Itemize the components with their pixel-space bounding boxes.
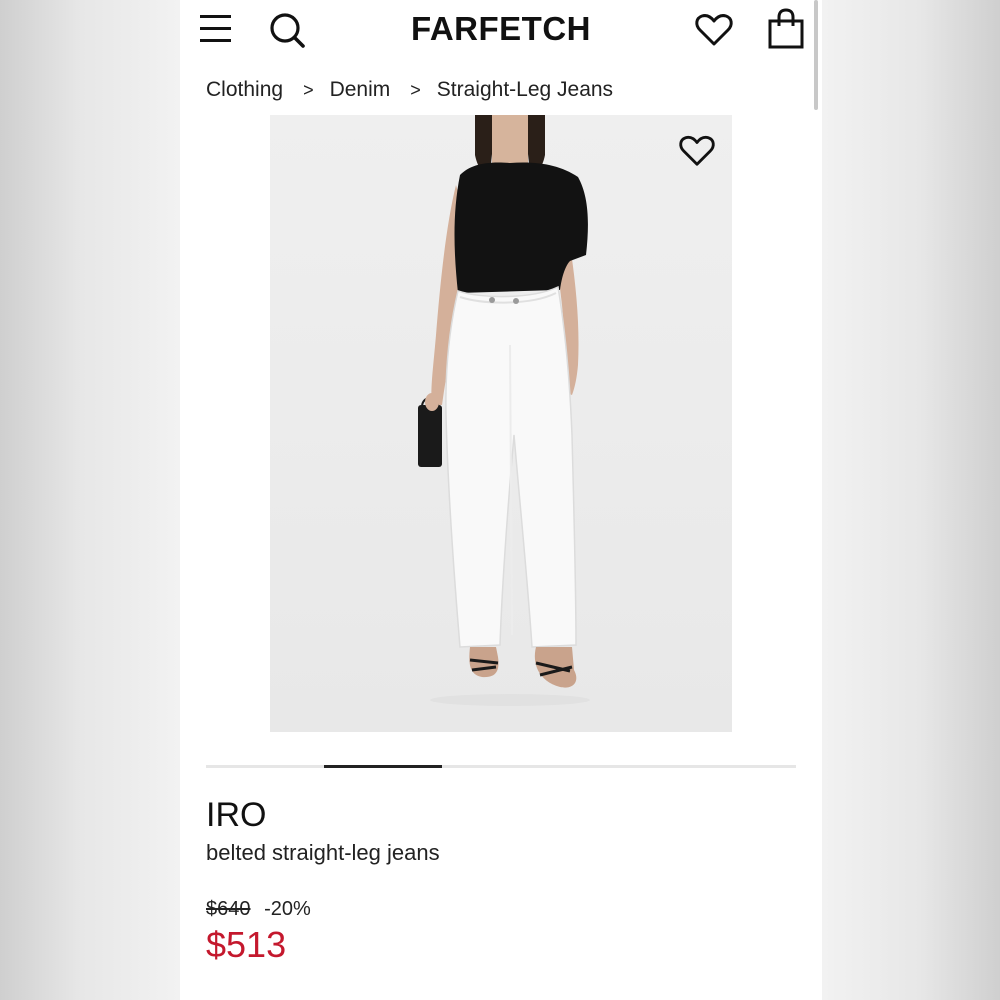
- image-carousel-indicator[interactable]: [206, 765, 796, 768]
- breadcrumb-denim[interactable]: Denim: [330, 78, 391, 102]
- shopping-bag-button[interactable]: [766, 8, 806, 50]
- original-price: $640: [206, 898, 251, 920]
- breadcrumb-clothing[interactable]: Clothing: [206, 78, 283, 102]
- original-price-line: $640 -20%: [206, 898, 311, 921]
- breadcrumb-straight-leg-jeans[interactable]: Straight-Leg Jeans: [437, 78, 613, 102]
- product-image[interactable]: [270, 115, 732, 732]
- left-background: [0, 0, 180, 1000]
- wishlist-button[interactable]: [694, 10, 734, 50]
- right-background: [822, 0, 1000, 1000]
- heart-icon: [679, 135, 715, 166]
- sale-price: $513: [206, 924, 287, 965]
- heart-icon: [695, 14, 733, 46]
- breadcrumb-separator: >: [303, 79, 314, 100]
- discount-badge: -20%: [264, 898, 311, 920]
- app-screen: FARFETCH Clothing > Denim > Straight-Leg…: [180, 0, 822, 1000]
- carousel-active-segment: [324, 765, 442, 768]
- top-header: FARFETCH: [180, 0, 822, 60]
- brand-name[interactable]: IRO: [206, 796, 266, 835]
- breadcrumb: Clothing > Denim > Straight-Leg Jeans: [206, 78, 613, 102]
- shopping-bag-icon: [768, 8, 804, 49]
- product-title: belted straight-leg jeans: [206, 840, 440, 865]
- breadcrumb-separator: >: [410, 79, 421, 100]
- model-photo: [418, 115, 590, 706]
- image-wishlist-button[interactable]: [678, 133, 716, 169]
